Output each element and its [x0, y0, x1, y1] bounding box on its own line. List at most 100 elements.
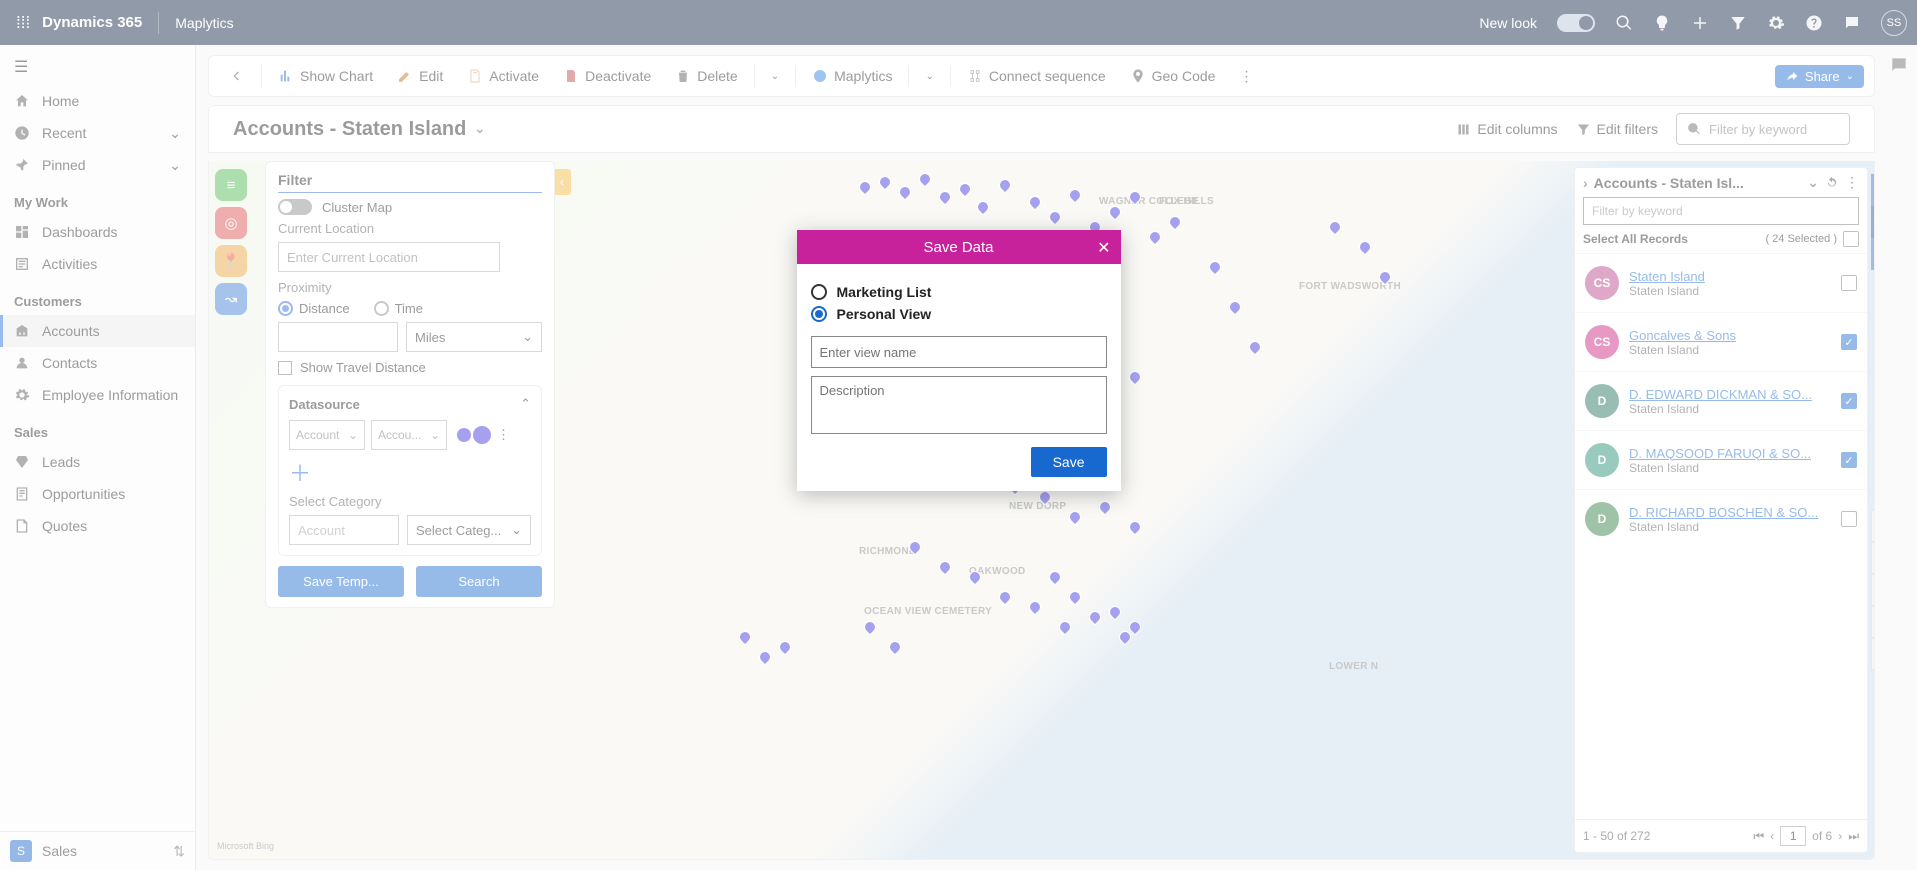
datasource-overflow[interactable]: ⋮	[497, 427, 510, 443]
app-launcher-icon[interactable]: ⁞⁞⁞	[16, 13, 30, 33]
list-item[interactable]: CS Staten IslandStaten Island	[1575, 253, 1867, 312]
datasource-entity-select[interactable]: Account⌄	[289, 420, 365, 450]
search-button[interactable]: Search	[416, 566, 542, 597]
list-item[interactable]: CS Goncalves & SonsStaten Island	[1575, 312, 1867, 371]
zoom-in-icon[interactable]: ＋	[1871, 574, 1875, 606]
results-overflow[interactable]: ⋮	[1845, 174, 1859, 191]
time-radio[interactable]	[374, 301, 389, 316]
add-datasource-button[interactable]: ＋	[289, 456, 531, 488]
back-button[interactable]	[219, 62, 255, 90]
compass-icon[interactable]: ⟳	[1871, 542, 1875, 574]
page-last-icon[interactable]: ⏭	[1848, 829, 1859, 844]
delete-dropdown[interactable]: ⌄	[761, 65, 789, 88]
geo-code-button[interactable]: Geo Code	[1120, 62, 1226, 90]
app-name[interactable]: Maplytics	[175, 15, 233, 31]
pin-tool-icon[interactable]: 📍	[215, 245, 247, 277]
keyword-filter-input[interactable]: Filter by keyword	[1676, 113, 1850, 145]
page-input[interactable]	[1780, 826, 1806, 846]
collapse-panel-icon[interactable]: ‹	[553, 169, 571, 195]
distance-input[interactable]	[278, 322, 398, 352]
maplytics-dropdown[interactable]: ⌄	[915, 65, 943, 88]
gear-icon[interactable]	[1767, 14, 1785, 32]
close-icon[interactable]: ✕	[1097, 238, 1110, 258]
edit-button[interactable]: Edit	[387, 62, 453, 90]
select-all-checkbox[interactable]	[1843, 231, 1859, 247]
show-chart-button[interactable]: Show Chart	[268, 62, 383, 90]
nav-contacts[interactable]: Contacts	[0, 347, 195, 379]
list-item[interactable]: D D. MAQSOOD FARUQI & SO...Staten Island	[1575, 430, 1867, 489]
current-location-input[interactable]	[278, 242, 500, 272]
route-tool-icon[interactable]: ↝	[215, 283, 247, 315]
area-switcher[interactable]: S Sales ⇅	[0, 831, 195, 870]
star-tool-icon[interactable]: ★	[1871, 238, 1875, 270]
chevron-right-icon[interactable]: ›	[1583, 175, 1588, 191]
page-prev-icon[interactable]: ‹	[1770, 829, 1774, 843]
nav-dashboards[interactable]: Dashboards	[0, 216, 195, 248]
personal-view-radio[interactable]	[811, 306, 827, 322]
description-input[interactable]	[811, 376, 1107, 434]
nav-quotes[interactable]: Quotes	[0, 510, 195, 542]
list-item[interactable]: D D. RICHARD BOSCHEN & SO...Staten Islan…	[1575, 489, 1867, 548]
share-button[interactable]: Share⌄	[1775, 65, 1864, 88]
chevron-down-icon[interactable]: ⌄	[1807, 174, 1819, 191]
item-name[interactable]: D. EDWARD DICKMAN & SO...	[1629, 387, 1831, 402]
lightbulb-icon[interactable]	[1653, 14, 1671, 32]
item-name[interactable]: D. RICHARD BOSCHEN & SO...	[1629, 505, 1831, 520]
item-checkbox[interactable]	[1841, 275, 1857, 291]
nav-accounts[interactable]: Accounts	[0, 315, 195, 347]
edit-filters-button[interactable]: Edit filters	[1576, 121, 1658, 137]
item-name[interactable]: Goncalves & Sons	[1629, 328, 1831, 343]
item-name[interactable]: Staten Island	[1629, 269, 1831, 284]
user-avatar[interactable]: SS	[1881, 10, 1907, 36]
page-first-icon[interactable]: ⏮	[1753, 829, 1764, 844]
hamburger-icon[interactable]: ☰	[14, 57, 181, 77]
deactivate-button[interactable]: Deactivate	[553, 62, 661, 90]
nav-activities[interactable]: Activities	[0, 248, 195, 280]
map-style-icon[interactable]: ▦	[1871, 510, 1875, 542]
chevron-up-icon[interactable]: ⌃	[520, 396, 531, 412]
item-checkbox[interactable]	[1841, 334, 1857, 350]
save-button[interactable]: Save	[1031, 447, 1107, 477]
layers-tool-icon[interactable]: ≡	[215, 169, 247, 201]
overflow-button[interactable]: ⋮	[1229, 62, 1263, 91]
item-checkbox[interactable]	[1841, 452, 1857, 468]
locate-tool-icon[interactable]: ◎	[215, 207, 247, 239]
cluster-toggle[interactable]	[278, 199, 312, 215]
nav-home[interactable]: Home	[0, 85, 195, 117]
distance-radio[interactable]	[278, 301, 293, 316]
nav-recent[interactable]: Recent⌄	[0, 117, 195, 149]
view-name-input[interactable]	[811, 336, 1107, 368]
nav-pinned[interactable]: Pinned⌄	[0, 149, 195, 181]
edit-columns-button[interactable]: Edit columns	[1456, 121, 1557, 137]
nav-opportunities[interactable]: Opportunities	[0, 478, 195, 510]
plus-icon[interactable]	[1691, 14, 1709, 32]
zoom-out-icon[interactable]: －	[1871, 606, 1875, 638]
new-look-toggle[interactable]	[1557, 14, 1595, 32]
save-template-button[interactable]: Save Temp...	[278, 566, 404, 597]
item-checkbox[interactable]	[1841, 393, 1857, 409]
funnel-icon[interactable]	[1729, 14, 1747, 32]
category-select[interactable]: Select Categ...⌄	[407, 515, 531, 545]
maplytics-button[interactable]: Maplytics	[802, 62, 902, 90]
nav-leads[interactable]: Leads	[0, 446, 195, 478]
headset-tool-icon[interactable]: 🎧	[1871, 174, 1875, 206]
category-entity-select[interactable]: Account	[289, 515, 399, 545]
list-item[interactable]: D D. EDWARD DICKMAN & SO...Staten Island	[1575, 371, 1867, 430]
connect-sequence-button[interactable]: Connect sequence	[957, 62, 1116, 90]
delete-button[interactable]: Delete	[665, 62, 747, 90]
view-title[interactable]: Accounts - Staten Island⌄	[233, 118, 485, 141]
show-travel-checkbox[interactable]	[278, 361, 292, 375]
item-checkbox[interactable]	[1841, 511, 1857, 527]
copilot-rail-icon[interactable]	[1889, 55, 1909, 78]
unit-select[interactable]: Miles⌄	[406, 322, 542, 352]
item-name[interactable]: D. MAQSOOD FARUQI & SO...	[1629, 446, 1831, 461]
refresh-icon[interactable]	[1825, 176, 1839, 190]
search-icon[interactable]	[1615, 14, 1633, 32]
marketing-list-radio[interactable]	[811, 284, 827, 300]
help-icon[interactable]	[1805, 14, 1823, 32]
datasource-view-select[interactable]: Accou...⌄	[371, 420, 447, 450]
activate-button[interactable]: Activate	[457, 62, 549, 90]
nav-employee-info[interactable]: Employee Information	[0, 379, 195, 411]
list-tool-icon[interactable]: ☰	[1871, 206, 1875, 238]
results-filter-input[interactable]: Filter by keyword	[1583, 197, 1859, 225]
